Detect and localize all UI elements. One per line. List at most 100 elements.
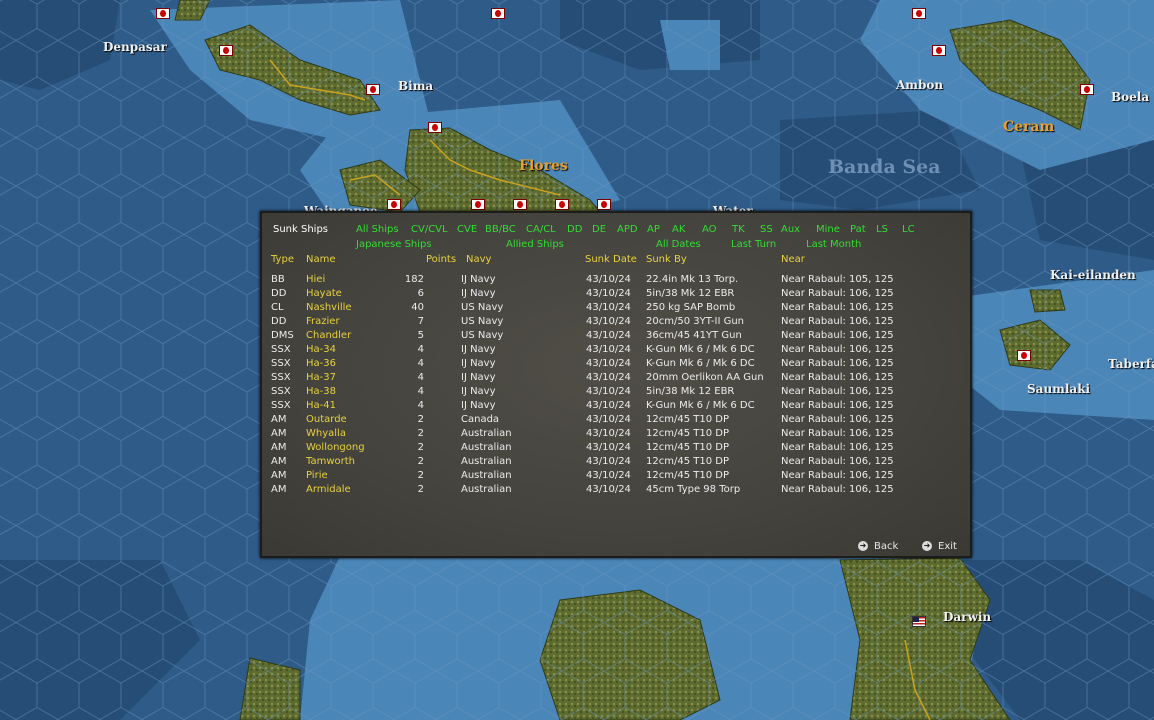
table-row[interactable]: CL Nashville 40 US Navy 43/10/24 250 kg SAP B…: [262, 302, 962, 316]
filter-cve[interactable]: CVE: [457, 224, 477, 235]
filter-last-turn[interactable]: Last Turn: [731, 239, 776, 250]
table-row[interactable]: AM Pirie 2 Australian 43/10/24 12cm/45 T10 DP…: [262, 470, 962, 484]
us-base-flag[interactable]: [912, 616, 926, 627]
filter-bb-bc[interactable]: BB/BC: [485, 224, 516, 235]
ship-name-link[interactable]: Frazier: [306, 316, 340, 327]
table-row[interactable]: DD Hayate 6 IJ Navy 43/10/24 5in/38 Mk 12 EBR…: [262, 288, 962, 302]
table-row[interactable]: SSX Ha-38 4 IJ Navy 43/10/24 5in/38 Mk 12 EBR…: [262, 386, 962, 400]
column-header-points[interactable]: Points: [426, 254, 456, 265]
filter-apd[interactable]: APD: [617, 224, 638, 235]
filter-de[interactable]: DE: [592, 224, 606, 235]
japanese-base-flag[interactable]: [471, 199, 485, 210]
table-row[interactable]: BB Hiei 182 IJ Navy 43/10/24 22.4in Mk 13 Tor…: [262, 274, 962, 288]
cell-sunk-date: 43/10/24: [586, 372, 631, 383]
cell-navy: US Navy: [461, 316, 504, 327]
japanese-base-flag[interactable]: [1017, 350, 1031, 361]
japanese-base-flag[interactable]: [513, 199, 527, 210]
exit-label: Exit: [938, 541, 957, 552]
japanese-base-flag[interactable]: [597, 199, 611, 210]
filter-last-month[interactable]: Last Month: [806, 239, 861, 250]
cell-near: Near Rabaul: 106, 125: [781, 386, 894, 397]
cell-near: Near Rabaul: 106, 125: [781, 400, 894, 411]
filter-ak[interactable]: AK: [672, 224, 685, 235]
table-row[interactable]: AM Outarde 2 Canada 43/10/24 12cm/45 T10 DP Ne…: [262, 414, 962, 428]
japanese-base-flag[interactable]: [491, 8, 505, 19]
japanese-base-flag[interactable]: [555, 199, 569, 210]
column-header-sunk-by[interactable]: Sunk By: [646, 254, 687, 265]
filter-japanese-ships[interactable]: Japanese Ships: [356, 239, 432, 250]
table-row[interactable]: AM Tamworth 2 Australian 43/10/24 12cm/45 T10…: [262, 456, 962, 470]
ship-name-link[interactable]: Pirie: [306, 470, 328, 481]
column-header-type[interactable]: Type: [271, 254, 294, 265]
table-row[interactable]: SSX Ha-41 4 IJ Navy 43/10/24 K-Gun Mk 6 / Mk …: [262, 400, 962, 414]
ship-name-link[interactable]: Hayate: [306, 288, 342, 299]
cell-sunk-date: 43/10/24: [586, 302, 631, 313]
japanese-base-flag[interactable]: [156, 8, 170, 19]
cell-near: Near Rabaul: 106, 125: [781, 456, 894, 467]
ship-name-link[interactable]: Nashville: [306, 302, 352, 313]
ship-name-link[interactable]: Outarde: [306, 414, 347, 425]
cell-type: DD: [271, 316, 287, 327]
ship-name-link[interactable]: Ha-41: [306, 400, 336, 411]
table-row[interactable]: DD Frazier 7 US Navy 43/10/24 20cm/50 3YT-II …: [262, 316, 962, 330]
ship-name-link[interactable]: Whyalla: [306, 428, 346, 439]
ship-name-link[interactable]: Hiei: [306, 274, 325, 285]
cell-sunk-by: 45cm Type 98 Torp: [646, 484, 741, 495]
filter-ca-cl[interactable]: CA/CL: [526, 224, 556, 235]
filter-ss[interactable]: SS: [760, 224, 773, 235]
japanese-base-flag[interactable]: [912, 8, 926, 19]
cell-points: 4: [417, 372, 424, 383]
map-label-darwin: Darwin: [943, 610, 992, 624]
japanese-base-flag[interactable]: [932, 45, 946, 56]
ship-name-link[interactable]: Ha-36: [306, 358, 336, 369]
table-row[interactable]: AM Whyalla 2 Australian 43/10/24 12cm/45 T10 …: [262, 428, 962, 442]
ship-name-link[interactable]: Ha-34: [306, 344, 336, 355]
back-button[interactable]: ➜ Back: [858, 541, 898, 552]
japanese-base-flag[interactable]: [387, 199, 401, 210]
cell-sunk-by: 20mm Oerlikon AA Gun: [646, 372, 764, 383]
table-row[interactable]: SSX Ha-34 4 IJ Navy 43/10/24 K-Gun Mk 6 / Mk …: [262, 344, 962, 358]
filter-tk[interactable]: TK: [732, 224, 745, 235]
filter-mine[interactable]: Mine: [816, 224, 840, 235]
column-header-navy[interactable]: Navy: [466, 254, 491, 265]
table-row[interactable]: AM Wollongong 2 Australian 43/10/24 12cm/45 T…: [262, 442, 962, 456]
exit-button[interactable]: ➜ Exit: [922, 541, 957, 552]
filter-ap[interactable]: AP: [647, 224, 660, 235]
table-row[interactable]: SSX Ha-37 4 IJ Navy 43/10/24 20mm Oerlikon AA…: [262, 372, 962, 386]
column-header-name[interactable]: Name: [306, 254, 336, 265]
cell-navy: Australian: [461, 428, 512, 439]
cell-type: SSX: [271, 386, 291, 397]
filter-ao[interactable]: AO: [702, 224, 717, 235]
cell-type: CL: [271, 302, 284, 313]
cell-near: Near Rabaul: 106, 125: [781, 484, 894, 495]
japanese-base-flag[interactable]: [219, 45, 233, 56]
cell-points: 182: [404, 274, 424, 285]
ship-name-link[interactable]: Chandler: [306, 330, 351, 341]
column-header-near[interactable]: Near: [781, 254, 805, 265]
filter-aux[interactable]: Aux: [781, 224, 800, 235]
japanese-base-flag[interactable]: [1080, 84, 1094, 95]
cell-points: 2: [417, 470, 424, 481]
column-header-sunk-date[interactable]: Sunk Date: [585, 254, 637, 265]
filter-lc[interactable]: LC: [902, 224, 915, 235]
filter-dd[interactable]: DD: [567, 224, 582, 235]
filter-cv-cvl[interactable]: CV/CVL: [411, 224, 448, 235]
filter-all-ships[interactable]: All Ships: [356, 224, 399, 235]
cell-type: BB: [271, 274, 285, 285]
cell-points: 2: [417, 428, 424, 439]
table-row[interactable]: DMS Chandler 5 US Navy 43/10/24 36cm/45 41YT …: [262, 330, 962, 344]
filter-pat[interactable]: Pat: [850, 224, 866, 235]
ship-name-link[interactable]: Armidale: [306, 484, 351, 495]
ship-name-link[interactable]: Ha-38: [306, 386, 336, 397]
ship-name-link[interactable]: Tamworth: [306, 456, 355, 467]
ship-name-link[interactable]: Wollongong: [306, 442, 365, 453]
table-row[interactable]: SSX Ha-36 4 IJ Navy 43/10/24 K-Gun Mk 6 / Mk …: [262, 358, 962, 372]
japanese-base-flag[interactable]: [366, 84, 380, 95]
filter-all-dates[interactable]: All Dates: [656, 239, 701, 250]
filter-ls[interactable]: LS: [876, 224, 888, 235]
cell-sunk-by: 12cm/45 T10 DP: [646, 414, 729, 425]
ship-name-link[interactable]: Ha-37: [306, 372, 336, 383]
filter-allied-ships[interactable]: Allied Ships: [506, 239, 564, 250]
table-row[interactable]: AM Armidale 2 Australian 43/10/24 45cm Type 9…: [262, 484, 962, 498]
japanese-base-flag[interactable]: [428, 122, 442, 133]
